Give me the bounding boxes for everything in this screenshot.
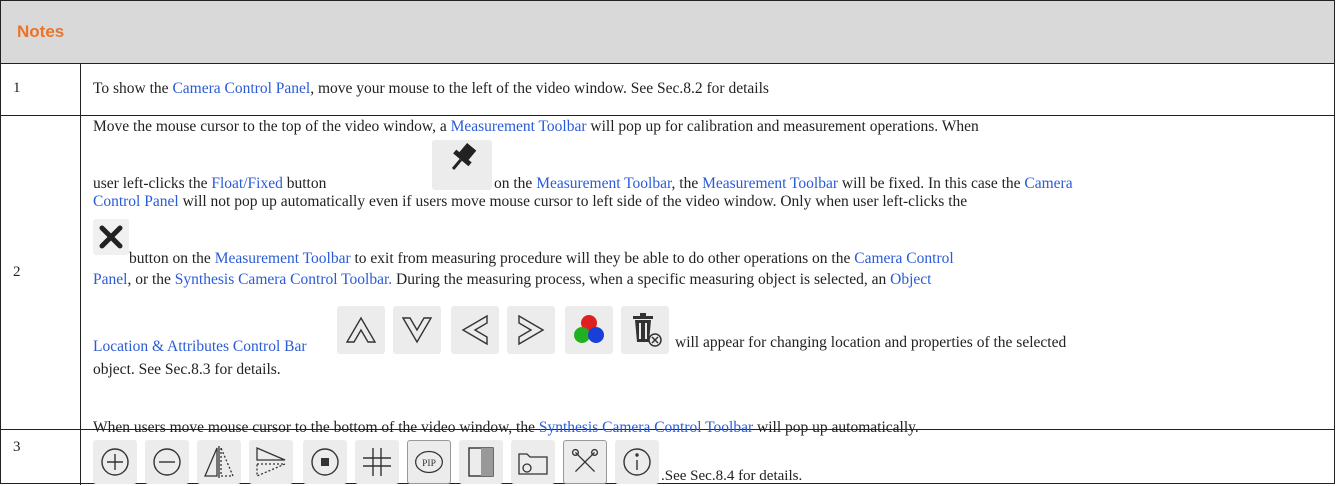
horizontal-flip-icon — [197, 440, 241, 484]
about-icon — [615, 440, 659, 484]
measurement-toolbar-link[interactable]: Measurement Toolbar — [536, 175, 671, 192]
row-number: 1 — [1, 64, 81, 115]
notes-table: Notes 1 To show the Camera Control Panel… — [0, 0, 1335, 485]
header-title: Notes — [17, 22, 65, 41]
table-row: 2 Move the mouse cursor to the top of th… — [1, 116, 1334, 430]
move-right-icon — [507, 306, 555, 354]
row-number: 3 — [1, 430, 81, 485]
move-up-icon — [337, 306, 385, 354]
measurement-toolbar-link[interactable]: Measurement Toolbar — [702, 175, 838, 192]
settings-icon — [563, 440, 607, 484]
float-fixed-link[interactable]: Float/Fixed — [211, 175, 282, 192]
pin-icon — [432, 140, 492, 190]
camera-control-panel-link[interactable]: Camera — [1024, 175, 1072, 192]
vertical-flip-icon — [249, 440, 293, 484]
move-down-icon — [393, 306, 441, 354]
object-link[interactable]: Object — [890, 271, 931, 288]
table-row: 1 To show the Camera Control Panel, move… — [1, 64, 1334, 116]
compare-icon — [459, 440, 503, 484]
synthesis-toolbar-link[interactable]: Synthesis Camera Control Toolbar — [539, 419, 753, 436]
row-content: To show the Camera Control Panel, move y… — [93, 80, 769, 97]
camera-control-panel-link[interactable]: Camera Control Panel — [172, 80, 310, 97]
camera-control-panel-link[interactable]: Camera Control — [854, 250, 953, 267]
zoom-out-icon — [145, 440, 189, 484]
move-left-icon — [451, 306, 499, 354]
row-number: 2 — [1, 116, 81, 429]
record-icon — [303, 440, 347, 484]
table-header: Notes — [1, 1, 1334, 64]
svg-text:PIP: PIP — [422, 458, 436, 469]
row-content: When users move mouse cursor to the bott… — [93, 419, 919, 484]
row-content: Move the mouse cursor to the top of the … — [93, 118, 1073, 378]
measurement-toolbar-link[interactable]: Measurement Toolbar — [451, 118, 587, 135]
camera-control-panel-link[interactable]: Panel — [93, 271, 127, 288]
camera-control-panel-link[interactable]: Control Panel — [93, 193, 179, 210]
zoom-in-icon — [93, 440, 137, 484]
delete-icon — [621, 306, 669, 354]
table-row: 3 When users move mouse cursor to the bo… — [1, 419, 1334, 485]
browse-folder-icon — [511, 440, 555, 484]
color-icon — [565, 306, 613, 354]
grid-icon — [355, 440, 399, 484]
pip-icon: PIP — [407, 440, 451, 484]
measurement-toolbar-link[interactable]: Measurement Toolbar — [215, 250, 351, 267]
close-icon — [93, 219, 129, 255]
object-location-attributes-bar-link[interactable]: Location & Attributes Control Bar — [93, 338, 307, 355]
synthesis-toolbar-link[interactable]: Synthesis Camera Control Toolbar. — [175, 271, 392, 288]
